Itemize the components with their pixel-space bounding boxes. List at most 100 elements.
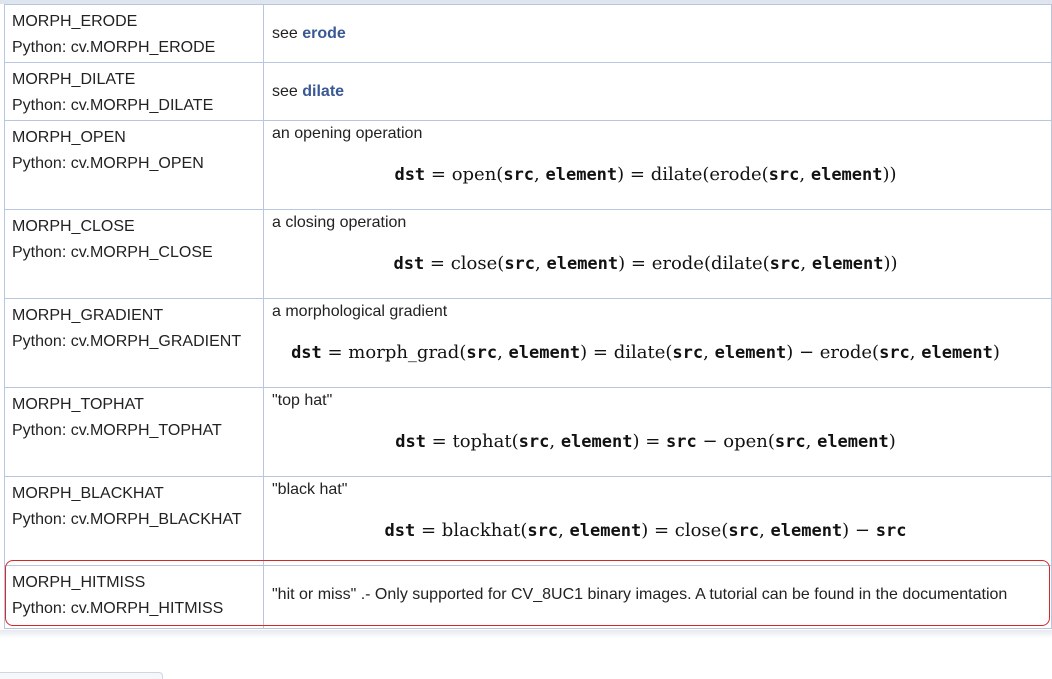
enum-name-cell: MORPH_BLACKHAT Python: cv.MORPH_BLACKHAT [4, 476, 264, 566]
table-row: MORPH_CLOSE Python: cv.MORPH_CLOSE a closi… [4, 209, 1052, 299]
enum-name-cell: MORPH_HITMISS Python: cv.MORPH_HITMISS [4, 565, 264, 629]
formula-variable: element [811, 254, 884, 274]
see-link-erode[interactable]: erode [302, 25, 346, 42]
formula-text: ) [888, 431, 896, 452]
formula-variable: dst [394, 165, 426, 185]
formula-variable: element [560, 432, 633, 452]
table-row: MORPH_DILATE Python: cv.MORPH_DILATE see d… [4, 62, 1052, 121]
formula-text: = blackhat( [415, 520, 528, 541]
enum-name: MORPH_CLOSE [12, 218, 135, 235]
formula-variable: src [774, 432, 806, 452]
formula-variable: dst [395, 432, 426, 452]
formula-variable: element [921, 343, 993, 363]
formula-text: , [534, 164, 546, 185]
formula-text: , [909, 342, 922, 363]
enum-name-cell: MORPH_CLOSE Python: cv.MORPH_CLOSE [4, 209, 264, 299]
formula-text: , [805, 431, 818, 452]
formula-text: ) = close( [641, 520, 729, 541]
formula: dst = close(src, element) = erode(dilate… [264, 253, 1051, 274]
formula-variable: element [508, 343, 581, 363]
enum-description-cell: "black hat" dst = blackhat(src, element) … [263, 476, 1052, 566]
python-name: Python: cv.MORPH_OPEN [12, 155, 204, 172]
see-link-dilate[interactable]: dilate [302, 83, 344, 100]
enum-description-cell: a morphological gradient dst = morph_grad… [263, 298, 1052, 388]
formula-variable: element [546, 254, 619, 274]
formula-variable: src [728, 521, 760, 541]
formula-variable: element [569, 521, 642, 541]
table-bottom-shadow [0, 630, 1052, 638]
enum-description-cell: see dilate [263, 62, 1052, 121]
formula-variable: src [666, 432, 697, 452]
table-row: MORPH_TOPHAT Python: cv.MORPH_TOPHAT "top … [4, 387, 1052, 477]
formula-variable: src [672, 343, 704, 363]
enum-name-cell: MORPH_OPEN Python: cv.MORPH_OPEN [4, 120, 264, 210]
python-name: Python: cv.MORPH_HITMISS [12, 600, 224, 617]
formula-text: ) − [842, 520, 876, 541]
formula-variable: element [714, 343, 787, 363]
table-row: MORPH_OPEN Python: cv.MORPH_OPEN an openin… [4, 120, 1052, 210]
formula-variable: element [770, 521, 843, 541]
enum-name: MORPH_ERODE [12, 13, 138, 30]
table-row: MORPH_HITMISS Python: cv.MORPH_HITMISS "hi… [4, 565, 1052, 629]
table-row: MORPH_ERODE Python: cv.MORPH_ERODE see ero… [4, 4, 1052, 63]
formula-text: , [497, 342, 509, 363]
description-text: see [272, 83, 303, 100]
table-row: MORPH_BLACKHAT Python: cv.MORPH_BLACKHAT "… [4, 476, 1052, 566]
formula-variable: src [875, 521, 907, 541]
formula-variable: dst [384, 521, 416, 541]
python-name: Python: cv.MORPH_CLOSE [12, 244, 213, 261]
description-text: a closing operation [272, 214, 407, 231]
description-text: "top hat" [272, 392, 333, 409]
enum-name-cell: MORPH_DILATE Python: cv.MORPH_DILATE [4, 62, 264, 121]
formula-text: , [535, 253, 547, 274]
enum-name: MORPH_HITMISS [12, 574, 146, 591]
formula-text: ) = [632, 431, 667, 452]
formula-text: ) = erode(dilate( [618, 253, 770, 274]
formula: dst = morph_grad(src, element) = dilate(… [264, 342, 1051, 363]
formula-variable: src [466, 343, 498, 363]
formula-text: ) = dilate( [580, 342, 673, 363]
formula-variable: element [817, 432, 889, 452]
formula-variable: src [879, 343, 910, 363]
formula: dst = blackhat(src, element) = close(src… [264, 520, 1051, 541]
enum-name: MORPH_GRADIENT [12, 307, 164, 324]
enum-name: MORPH_OPEN [12, 129, 126, 146]
formula-variable: src [518, 432, 550, 452]
description-text: a morphological gradient [272, 303, 448, 320]
formula-variable: src [768, 165, 800, 185]
enum-description-cell: "top hat" dst = tophat(src, element) = sr… [263, 387, 1052, 477]
formula-text: = morph_grad( [321, 342, 467, 363]
enum-name: MORPH_DILATE [12, 71, 136, 88]
enum-name: MORPH_TOPHAT [12, 396, 144, 413]
formula-text: = close( [424, 253, 505, 274]
enum-description-cell: a closing operation dst = close(src, elem… [263, 209, 1052, 299]
morph-types-table: MORPH_ERODE Python: cv.MORPH_ERODE see ero… [4, 4, 1052, 629]
formula-text: ) [992, 342, 1000, 363]
python-name: Python: cv.MORPH_ERODE [12, 39, 216, 56]
enum-name: MORPH_BLACKHAT [12, 485, 164, 502]
enum-name-cell: MORPH_ERODE Python: cv.MORPH_ERODE [4, 4, 264, 63]
table-row: MORPH_GRADIENT Python: cv.MORPH_GRADIENT a… [4, 298, 1052, 388]
formula-text: , [558, 520, 570, 541]
formula-variable: src [503, 165, 535, 185]
formula-variable: dst [291, 343, 322, 363]
python-name: Python: cv.MORPH_DILATE [12, 97, 214, 114]
enum-description-cell: "hit or miss" .- Only supported for CV_8… [263, 565, 1052, 629]
enum-name-cell: MORPH_GRADIENT Python: cv.MORPH_GRADIENT [4, 298, 264, 388]
enum-description-cell: an opening operation dst = open(src, elem… [263, 120, 1052, 210]
formula-text: , [549, 431, 561, 452]
formula-text: )) [882, 164, 897, 185]
formula-text: , [759, 520, 771, 541]
formula-text: , [703, 342, 715, 363]
formula-variable: src [527, 521, 559, 541]
formula-text: ) = dilate(erode( [617, 164, 769, 185]
enum-description-cell: see erode [263, 4, 1052, 63]
formula-variable: src [769, 254, 801, 274]
formula-text: ) − erode( [786, 342, 880, 363]
formula-variable: element [810, 165, 883, 185]
formula-text: , [800, 253, 812, 274]
enum-name-cell: MORPH_TOPHAT Python: cv.MORPH_TOPHAT [4, 387, 264, 477]
formula-text: , [799, 164, 811, 185]
description-text: "black hat" [272, 481, 348, 498]
python-name: Python: cv.MORPH_GRADIENT [12, 333, 242, 350]
